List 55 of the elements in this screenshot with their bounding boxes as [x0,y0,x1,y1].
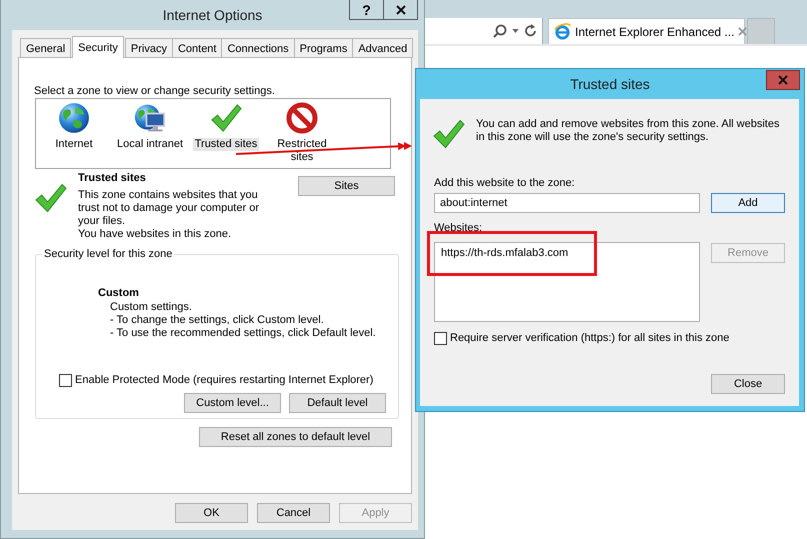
field-label: Add this website to the zone: [434,176,576,190]
zone-label[interactable]: Restricted sites [272,138,332,164]
window-title: Internet Options [162,7,262,23]
dialog-button[interactable]: OK [175,503,248,523]
info-message: You can add and remove websites from this zone. All websites in this zone will use the zone's security settings. [476,118,780,145]
checkbox[interactable] [59,374,72,386]
dialog-button[interactable]: Cancel [257,503,330,523]
address-bar[interactable] [425,18,543,44]
globe-icon [58,102,90,134]
level-detail: - To change the settings, click Custom level. [110,314,325,327]
list-item[interactable]: https://th-rds.mfalab3.com [441,246,699,260]
close-icon [396,4,406,14]
zone-prompt: Select a zone to view or change security settings. [34,84,276,98]
level-detail: - To use the recommended settings, click Default level. [110,327,377,340]
checkbox-label: Enable Protected Mode (requires restarting Internet Explorer) [75,373,374,387]
close-icon[interactable] [738,27,748,36]
window-title: Trusted sites [570,76,650,92]
refresh-icon[interactable] [524,24,538,38]
custom-level-button[interactable]: Custom level... [184,393,281,413]
close-icon [778,75,788,85]
zone-label[interactable]: Trusted sites [192,138,260,151]
checkbox[interactable] [434,332,447,344]
tab[interactable]: Advanced [352,38,414,58]
browser-tab[interactable]: Internet Explorer Enhanced ... [548,18,745,44]
checkbox-label: Require server verification (https:) for all sites in this zone [450,331,730,345]
group-legend: Security level for this zone [42,247,174,261]
close-button[interactable] [383,0,418,20]
zone-label[interactable]: Internet [53,138,95,151]
check-icon [432,118,465,150]
tab[interactable]: General [20,38,72,58]
zone-title: Trusted sites [78,171,147,185]
websites-list[interactable]: https://th-rds.mfalab3.com [434,242,700,322]
prohibited-icon [286,102,318,134]
level-name: Custom [98,286,140,300]
check-icon [210,102,242,134]
tab[interactable]: Security [72,36,124,58]
reset-button[interactable]: Reset all zones to default level [199,427,392,447]
sites-button[interactable]: Sites [298,176,395,196]
browser-logo-icon [554,23,571,40]
default-level-button[interactable]: Default level [289,393,386,413]
check-icon [34,182,67,214]
globe-monitor-icon [134,102,166,134]
tab[interactable]: Privacy [124,38,173,58]
zone-description: This zone contains websites that you trust not to damage your computer or your files. [78,189,260,228]
zone-note: You have websites in this zone. [78,228,232,241]
zone-label[interactable]: Local intranet [114,138,186,151]
help-button[interactable]: ? [349,0,384,20]
website-field[interactable]: about:internet [434,193,700,213]
caret-icon[interactable] [512,29,519,33]
search-icon[interactable] [493,24,507,38]
close-button[interactable]: Close [711,374,785,394]
tab-title: Internet Explorer Enhanced ... [575,24,734,38]
level-detail: Custom settings. [110,301,193,314]
list-label: Websites: [434,221,484,235]
add-button[interactable]: Add [711,193,785,213]
